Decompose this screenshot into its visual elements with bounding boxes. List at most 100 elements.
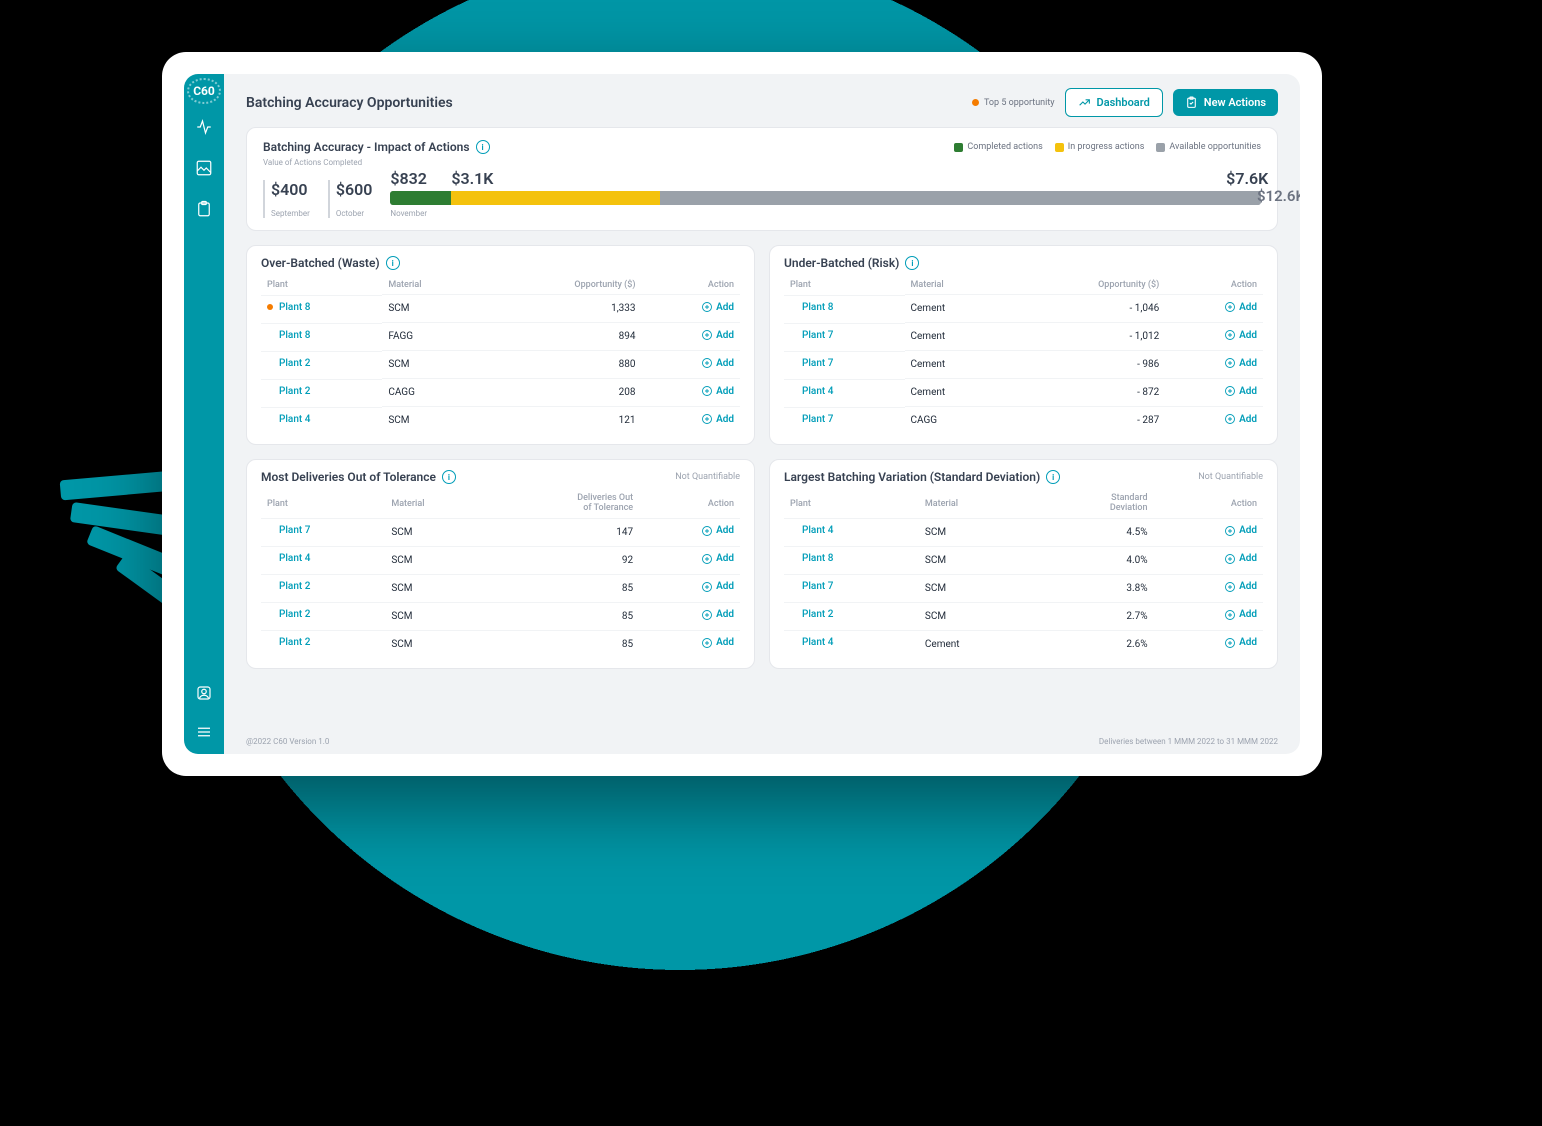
impact-prev-1: $600 October: [328, 180, 373, 218]
table-row: Plant 4SCM121Add: [261, 407, 740, 435]
table-row: Plant 8FAGG894Add: [261, 323, 740, 351]
plant-link[interactable]: Plant 7: [802, 414, 833, 425]
card-under-batched: Under-Batched (Risk)i Plant Material Opp…: [769, 245, 1278, 445]
table-row: Plant 4SCM4.5%Add: [784, 518, 1263, 546]
add-button[interactable]: Add: [1224, 553, 1257, 565]
plant-link[interactable]: Plant 4: [279, 414, 310, 425]
add-button[interactable]: Add: [701, 609, 734, 621]
info-icon[interactable]: i: [905, 256, 919, 270]
nav-activity-icon[interactable]: [195, 118, 213, 139]
table-row: Plant 4Cement- 872Add: [784, 379, 1263, 407]
info-icon[interactable]: i: [1046, 470, 1060, 484]
add-button[interactable]: Add: [1224, 413, 1257, 425]
table-row: Plant 2SCM85Add: [261, 630, 740, 658]
add-button[interactable]: Add: [1224, 581, 1257, 593]
plant-link[interactable]: Plant 7: [802, 358, 833, 369]
plant-link[interactable]: Plant 4: [802, 637, 833, 648]
impact-legend: Completed actions In progress actions Av…: [954, 142, 1261, 152]
table-row: Plant 2SCM880Add: [261, 351, 740, 379]
impact-seg-label: $7.6K: [1226, 169, 1268, 188]
plant-link[interactable]: Plant 7: [802, 330, 833, 341]
page-title: Batching Accuracy Opportunities: [246, 95, 453, 111]
card-variation: Largest Batching Variation (Standard Dev…: [769, 459, 1278, 669]
var-table: Plant Material StandardDeviation Action …: [784, 490, 1263, 658]
top5-legend: Top 5 opportunity: [972, 98, 1055, 108]
card-over-batched: Over-Batched (Waste)i Plant Material Opp…: [246, 245, 755, 445]
nav-menu-icon[interactable]: [195, 723, 213, 744]
add-button[interactable]: Add: [701, 357, 734, 369]
top5-dot-icon: [267, 304, 273, 310]
plant-link[interactable]: Plant 2: [279, 581, 310, 592]
footer: @2022 C60 Version 1.0 Deliveries between…: [246, 727, 1278, 746]
table-row: Plant 4SCM92Add: [261, 546, 740, 574]
add-button[interactable]: Add: [701, 413, 734, 425]
plant-link[interactable]: Plant 7: [279, 525, 310, 536]
nav-user-icon[interactable]: [195, 684, 213, 705]
impact-subtitle: Value of Actions Completed: [263, 158, 1261, 167]
add-button[interactable]: Add: [1224, 301, 1257, 313]
titlebar: Batching Accuracy Opportunities Top 5 op…: [246, 88, 1278, 117]
table-row: Plant 7Cement- 1,012Add: [784, 323, 1263, 351]
plant-link[interactable]: Plant 7: [802, 581, 833, 592]
not-quantifiable-label: Not Quantifiable: [1198, 472, 1263, 482]
plant-link[interactable]: Plant 8: [802, 553, 833, 564]
app-root: C60 Batching Accuracy Opportunities: [184, 74, 1300, 754]
under-table: Plant Material Opportunity ($) Action Pl…: [784, 276, 1263, 434]
plant-link[interactable]: Plant 8: [279, 330, 310, 341]
top5-dot-icon: [972, 99, 979, 106]
sidebar: C60: [184, 74, 224, 754]
impact-seg-label: $3.1K: [451, 169, 493, 188]
plant-link[interactable]: Plant 2: [279, 386, 310, 397]
tablet-frame: C60 Batching Accuracy Opportunities: [162, 52, 1322, 776]
new-actions-button[interactable]: New Actions: [1173, 89, 1278, 116]
plant-link[interactable]: Plant 4: [279, 553, 310, 564]
table-row: Plant 7SCM3.8%Add: [784, 574, 1263, 602]
plant-link[interactable]: Plant 8: [279, 302, 310, 313]
logo: C60: [193, 84, 215, 98]
add-button[interactable]: Add: [701, 581, 734, 593]
nav-image-icon[interactable]: [195, 159, 213, 180]
impact-prev-0: $400 September: [263, 180, 310, 218]
table-row: Plant 7CAGG- 287Add: [784, 407, 1263, 435]
table-row: Plant 8SCM1,333Add: [261, 295, 740, 323]
plant-link[interactable]: Plant 4: [802, 386, 833, 397]
add-button[interactable]: Add: [1224, 525, 1257, 537]
info-icon[interactable]: i: [476, 140, 490, 154]
plant-link[interactable]: Plant 2: [279, 358, 310, 369]
add-button[interactable]: Add: [701, 525, 734, 537]
add-button[interactable]: Add: [1224, 385, 1257, 397]
add-button[interactable]: Add: [701, 553, 734, 565]
table-row: Plant 4Cement2.6%Add: [784, 630, 1263, 658]
card-tolerance: Most Deliveries Out of Tolerancei Not Qu…: [246, 459, 755, 669]
main-content: Batching Accuracy Opportunities Top 5 op…: [224, 74, 1300, 754]
info-icon[interactable]: i: [442, 470, 456, 484]
over-table: Plant Material Opportunity ($) Action Pl…: [261, 276, 740, 434]
add-button[interactable]: Add: [701, 329, 734, 341]
plant-link[interactable]: Plant 8: [802, 302, 833, 313]
table-row: Plant 2SCM2.7%Add: [784, 602, 1263, 630]
nav-clipboard-icon[interactable]: [195, 200, 213, 221]
dashboard-button[interactable]: Dashboard: [1065, 88, 1163, 117]
table-row: Plant 7SCM147Add: [261, 518, 740, 546]
table-row: Plant 8SCM4.0%Add: [784, 546, 1263, 574]
add-button[interactable]: Add: [1224, 329, 1257, 341]
add-button[interactable]: Add: [1224, 609, 1257, 621]
add-button[interactable]: Add: [701, 301, 734, 313]
add-button[interactable]: Add: [701, 385, 734, 397]
plant-link[interactable]: Plant 2: [279, 637, 310, 648]
add-button[interactable]: Add: [1224, 357, 1257, 369]
table-row: Plant 7Cement- 986Add: [784, 351, 1263, 379]
plant-link[interactable]: Plant 2: [279, 609, 310, 620]
plant-link[interactable]: Plant 4: [802, 525, 833, 536]
info-icon[interactable]: i: [386, 256, 400, 270]
impact-seg-label: $832: [390, 169, 427, 188]
table-row: Plant 2CAGG208Add: [261, 379, 740, 407]
add-button[interactable]: Add: [701, 637, 734, 649]
table-row: Plant 2SCM85Add: [261, 602, 740, 630]
impact-title: Batching Accuracy - Impact of Actions: [263, 140, 470, 154]
not-quantifiable-label: Not Quantifiable: [675, 472, 740, 482]
table-row: Plant 2SCM85Add: [261, 574, 740, 602]
plant-link[interactable]: Plant 2: [802, 609, 833, 620]
add-button[interactable]: Add: [1224, 637, 1257, 649]
impact-current-bar: $832$3.1K$7.6K $12.6K November: [390, 169, 1261, 218]
